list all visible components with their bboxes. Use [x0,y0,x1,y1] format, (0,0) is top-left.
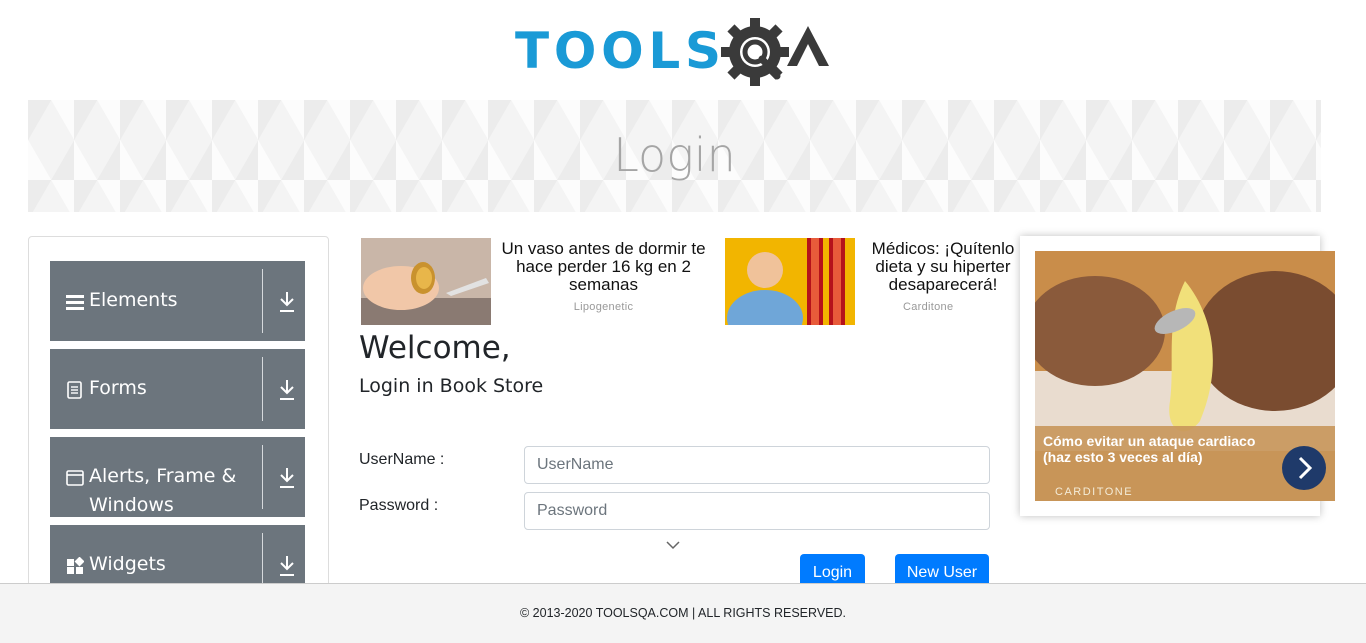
hamburger-icon [66,295,84,310]
toolsqa-logo[interactable]: TOOLS [515,16,840,92]
sidebar-item-label-line2: Windows [89,494,174,516]
video-ad-caption[interactable]: Cómo evitar un ataque cardiaco (haz esto… [1043,433,1283,465]
username-input[interactable] [524,446,990,484]
sidebar: Elements Forms Alerts, Frame & Windows W… [28,236,329,596]
document-icon [67,381,82,399]
ad-title[interactable]: Un vaso antes de dormir te hace perder 1… [491,240,716,294]
sidebar-item-alerts-frame-windows[interactable]: Alerts, Frame & Windows [50,437,305,517]
page-title: Login [613,128,736,182]
password-label: Password : [359,497,439,514]
chevron-right-icon [1298,456,1313,480]
ad-source: Carditone [903,301,954,313]
ad-image [361,238,491,325]
page: TOOLS Login Elements Forms Alerts, Frame… [0,0,1366,643]
password-input[interactable] [524,492,990,530]
sidebar-item-label: Forms [89,377,147,399]
widgets-icon [67,557,84,574]
divider [262,445,263,509]
sidebar-item-label: Alerts, Frame & [89,465,237,487]
page-banner: Login [28,100,1321,212]
ad-title[interactable]: Médicos: ¡Quítenlo dieta y su hiperter d… [863,240,1023,296]
sidebar-item-forms[interactable]: Forms [50,349,305,429]
username-label: UserName : [359,451,445,468]
divider [262,269,263,333]
next-arrow-button[interactable] [1282,446,1326,490]
ad-image [725,238,855,325]
video-ad[interactable]: Cómo evitar un ataque cardiaco (haz esto… [1035,251,1335,501]
sidebar-item-label: Widgets [89,553,166,575]
copyright-text: © 2013-2020 TOOLSQA.COM | ALL RIGHTS RES… [519,606,846,620]
footer: © 2013-2020 TOOLSQA.COM | ALL RIGHTS RES… [0,583,1366,643]
ad-card-lipogenetic[interactable]: Un vaso antes de dormir te hace perder 1… [361,238,716,326]
download-icon[interactable] [278,467,296,489]
divider [262,357,263,421]
ad-source: Lipogenetic [573,301,634,313]
ad-card-carditone[interactable]: Médicos: ¡Quítenlo dieta y su hiperter d… [725,238,1025,326]
download-icon[interactable] [278,379,296,401]
download-icon[interactable] [278,555,296,577]
chevron-down-icon[interactable] [665,539,681,551]
welcome-heading: Welcome, [359,330,511,366]
sidebar-item-elements[interactable]: Elements [50,261,305,341]
sidebar-item-label: Elements [89,289,178,311]
login-subtitle: Login in Book Store [359,375,544,397]
download-icon[interactable] [278,291,296,313]
window-icon [66,470,84,486]
svg-text:TOOLS: TOOLS [515,22,720,80]
video-ad-brand: CARDITONE [1055,486,1134,498]
